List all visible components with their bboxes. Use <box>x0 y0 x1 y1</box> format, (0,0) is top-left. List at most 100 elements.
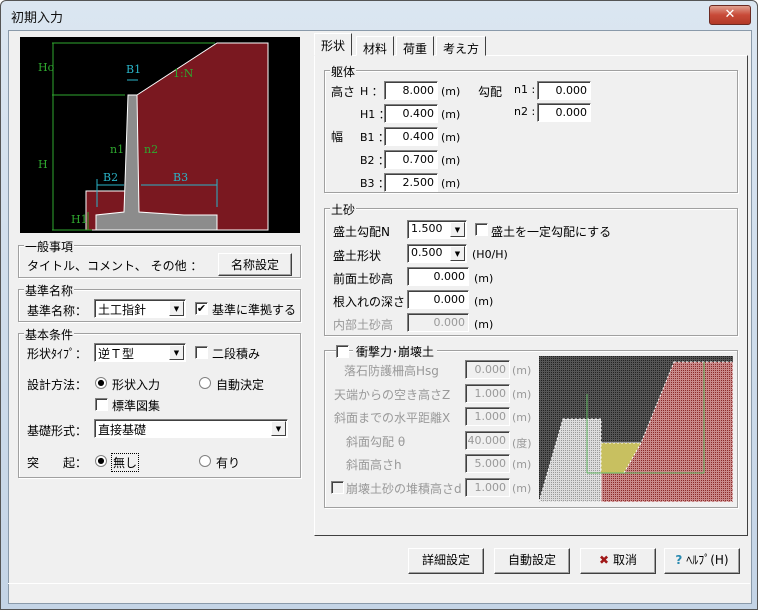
radio-protrusion[interactable] <box>199 455 211 467</box>
detail-settings-button[interactable]: 詳細設定 <box>408 548 484 574</box>
auto-settings-button[interactable]: 自動設定 <box>494 548 570 574</box>
impact-field-label: 天端からの空き高さZ <box>334 387 451 402</box>
two-stage-label: 二段積み <box>212 347 261 361</box>
impact-diagram <box>539 356 733 502</box>
impact-field-unit: (m) <box>512 481 532 495</box>
close-button[interactable]: ✕ <box>709 5 751 25</box>
label-n1: n1 <box>110 143 124 156</box>
const-slope-label: 盛土を一定勾配にする <box>491 225 612 239</box>
body-field-input[interactable]: 0.400 <box>384 104 438 123</box>
shape-input-label: 形状入力 <box>112 378 161 392</box>
impact-field-input[interactable]: 1.000 <box>465 407 510 426</box>
fill-shape-select[interactable]: 0.500 ▼ <box>407 244 467 263</box>
radio-auto-decide[interactable] <box>199 377 211 389</box>
n1-input[interactable]: 0.000 <box>537 81 591 100</box>
body-field-input[interactable]: 8.000 <box>384 81 438 100</box>
impact-checkbox[interactable] <box>336 345 349 358</box>
impact-field-input[interactable]: 1.000 <box>465 477 510 497</box>
body-field-input[interactable]: 2.500 <box>384 173 438 192</box>
fill-slope-select[interactable]: 1.500 ▼ <box>407 220 467 239</box>
help-button[interactable]: ? ﾍﾙﾌﾟ(H) <box>664 548 740 574</box>
impact-field-label: 崩壊土砂の堆積高さd <box>346 481 462 496</box>
shape-type-value: 逆Ｔ型 <box>98 347 135 361</box>
label-n2: n2 <box>144 143 158 156</box>
foundation-label: 基礎形式： <box>27 424 88 438</box>
fill-slope-value: 1.500 <box>411 222 443 235</box>
tab-load[interactable]: 荷重 <box>396 36 435 56</box>
fill-slope-label: 盛土勾配N <box>333 225 390 239</box>
embed-depth-input[interactable]: 0.000 <box>407 290 469 309</box>
embed-depth-unit: (m) <box>474 295 494 308</box>
standard-fig-label: 標準図集 <box>112 399 161 413</box>
deposit-checkbox[interactable] <box>331 481 344 494</box>
cancel-button[interactable]: ✖ 取消 <box>580 548 656 574</box>
body-field-input[interactable]: 0.700 <box>384 150 438 169</box>
tab-material[interactable]: 材料 <box>356 36 395 56</box>
width-label: 幅 <box>331 130 344 144</box>
impact-field-input[interactable]: 5.000 <box>465 454 510 473</box>
impact-field-input[interactable]: 1.000 <box>465 383 510 403</box>
general-legend: 一般事項 <box>24 238 75 255</box>
two-stage-checkbox[interactable] <box>195 346 208 359</box>
fill-shape-label: 盛土形状 <box>333 249 382 263</box>
const-slope-checkbox[interactable] <box>475 223 488 236</box>
slope-label: 勾配 <box>478 85 503 99</box>
cancel-label: 取消 <box>612 553 637 567</box>
body-field-input[interactable]: 0.400 <box>384 127 438 146</box>
impact-field-label: 落石防護柵高Hsg <box>344 364 439 378</box>
chevron-down-icon[interactable]: ▼ <box>450 222 465 237</box>
inner-soil-input[interactable]: 0.000 <box>407 313 469 332</box>
label-slope: 1:N <box>173 67 194 80</box>
auto-decide-label: 自動決定 <box>216 378 265 392</box>
shape-type-label: 形状ﾀｲﾌﾟ： <box>27 347 88 361</box>
impact-field-input[interactable]: 0.000 <box>465 360 510 379</box>
fill-shape-value: 0.500 <box>411 246 443 259</box>
n2-input[interactable]: 0.000 <box>537 103 591 122</box>
standard-checkbox[interactable]: ✔ <box>195 302 208 315</box>
front-soil-input[interactable]: 0.000 <box>407 267 469 286</box>
front-soil-unit: (m) <box>474 272 494 285</box>
help-icon: ? <box>675 553 683 567</box>
n2-label: n2 : <box>514 105 536 118</box>
standard-fig-checkbox[interactable] <box>95 398 108 411</box>
impact-field-input[interactable]: 40.000 <box>465 430 510 450</box>
general-label: タイトル、コメント、 その他 ： <box>27 259 203 273</box>
body-field-unit: (m) <box>441 177 461 190</box>
body-legend: 躯体 <box>330 63 357 80</box>
impact-field-unit: (m) <box>512 364 532 377</box>
impact-field-label: 斜面までの水平距離X <box>334 411 451 425</box>
protrusion-label: 突 起： <box>27 456 88 470</box>
window-title: 初期入力 <box>11 11 64 26</box>
impact-field-unit: (m) <box>512 411 532 424</box>
foundation-select[interactable]: 直接基礎 ▼ <box>94 419 288 438</box>
fill-shape-unit: (H0/H) <box>472 248 508 261</box>
chevron-down-icon[interactable]: ▼ <box>169 301 184 316</box>
foundation-value: 直接基礎 <box>98 423 147 437</box>
label-ho: Ho <box>38 61 55 74</box>
impact-field-label: 斜面高さh <box>346 458 402 472</box>
body-field-unit: (m) <box>441 131 461 144</box>
front-soil-label: 前面土砂高 <box>333 272 394 286</box>
label-b1: B1 <box>126 63 141 76</box>
embed-depth-label: 根入れの深さ <box>333 295 406 309</box>
radio-shape-input[interactable]: ● <box>95 377 107 389</box>
retaining-wall-diagram: Ho H H1 n1 n2 1:N B1 B2 B3 <box>20 37 300 233</box>
design-method-label: 設計方法： <box>27 378 88 392</box>
protrusion-yes-label: 有り <box>216 456 241 470</box>
body-field-unit: (m) <box>441 85 461 98</box>
shape-type-select[interactable]: 逆Ｔ型 ▼ <box>94 343 186 362</box>
chevron-down-icon[interactable]: ▼ <box>169 345 184 360</box>
standard-select[interactable]: 土工指針 ▼ <box>94 299 186 318</box>
impact-field-unit: (m) <box>512 458 532 471</box>
body-field-label: H ： <box>360 85 383 98</box>
label-b2: B2 <box>103 171 118 184</box>
standard-legend: 基準名称 <box>24 282 75 299</box>
tab-shape[interactable]: 形状 <box>314 33 353 56</box>
standard-label: 基準名称： <box>27 304 88 318</box>
chevron-down-icon[interactable]: ▼ <box>271 421 286 436</box>
radio-no-protrusion[interactable]: ● <box>95 455 107 467</box>
tab-approach[interactable]: 考え方 <box>436 36 487 56</box>
chevron-down-icon[interactable]: ▼ <box>450 246 465 261</box>
no-protrusion-label: 無し <box>111 453 140 472</box>
name-settings-button[interactable]: 名称設定 <box>218 253 292 276</box>
